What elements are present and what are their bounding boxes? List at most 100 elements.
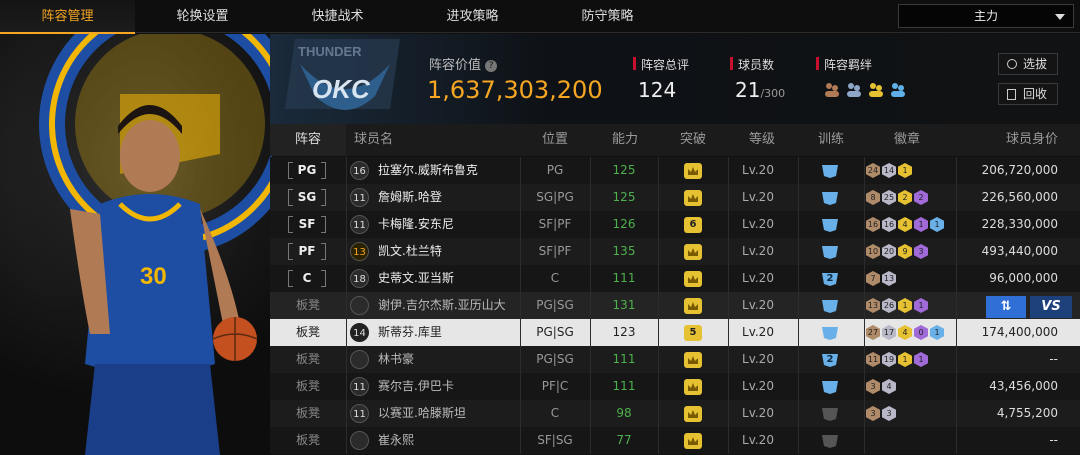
lineup-select[interactable]: 主力 — [898, 4, 1074, 28]
badge-icon[interactable]: 4 — [882, 379, 896, 394]
training-icon[interactable] — [820, 162, 840, 179]
training-icon[interactable] — [820, 189, 840, 206]
badge-icon[interactable]: 2 — [898, 190, 912, 205]
slot-bench: 板凳 — [295, 325, 320, 339]
badge-icon[interactable]: 4 — [898, 325, 912, 340]
player-name[interactable]: 詹姆斯.哈登 — [378, 184, 528, 211]
badge-icon[interactable]: 1 — [914, 298, 928, 313]
badge-icon[interactable]: 3 — [882, 406, 896, 421]
breakthrough-crown-icon — [684, 352, 702, 368]
badge-icon[interactable]: 17 — [882, 325, 896, 340]
player-name[interactable]: 凯文.杜兰特 — [378, 238, 528, 265]
badge-icon[interactable]: 24 — [866, 163, 880, 178]
badge-icon[interactable]: 9 — [898, 244, 912, 259]
badge-icon[interactable]: 10 — [866, 244, 880, 259]
badge-icon[interactable]: 16 — [866, 217, 880, 232]
column-divider — [346, 238, 347, 265]
table-row[interactable]: C 18 史蒂文.亚当斯 C 111 Lv.20 2 7 13 96,000,000 — [270, 265, 1080, 292]
badge-icon[interactable]: 19 — [882, 352, 896, 367]
badge-icon[interactable]: 3 — [914, 244, 928, 259]
player-name[interactable]: 赛尔吉.伊巴卡 — [378, 373, 528, 400]
breakthrough-crown-icon — [684, 163, 702, 179]
badge-icon[interactable]: 16 — [882, 217, 896, 232]
badge-icon[interactable]: 13 — [866, 298, 880, 313]
select-button[interactable]: 选拔 — [998, 53, 1058, 75]
badge-icon[interactable]: 4 — [898, 217, 912, 232]
swap-icon[interactable]: ⇅ — [986, 296, 1026, 318]
training-icon[interactable] — [820, 405, 840, 422]
table-row[interactable]: SG 11 詹姆斯.哈登 SG|PG 125 Lv.20 8 25 2 2 226,560,000 — [270, 184, 1080, 211]
table-row[interactable]: 板凳 11 以赛亚.哈滕斯坦 C 98 Lv.20 3 3 4,755,200 — [270, 400, 1080, 427]
badge-icon[interactable]: 20 — [882, 244, 896, 259]
tab-quick-tactics[interactable]: 快捷战术 — [270, 0, 405, 33]
synergy-icons[interactable] — [822, 80, 912, 100]
table-row[interactable]: 板凳 11 赛尔吉.伊巴卡 PF|C 111 Lv.20 3 4 43,456,000 — [270, 373, 1080, 400]
okc-thunder-logo: THUNDER OKC — [285, 39, 400, 110]
badge-icon[interactable]: 1 — [898, 163, 912, 178]
player-name[interactable]: 卡梅隆.安东尼 — [378, 211, 528, 238]
tab-offense-strategy[interactable]: 进攻策略 — [405, 0, 540, 33]
player-name[interactable]: 崔永熙 — [378, 427, 528, 454]
lineup-value: 1,637,303,200 — [427, 76, 603, 104]
player-position: SF|PF — [538, 217, 572, 231]
table-row[interactable]: 板凳 14 斯蒂芬.库里 PG|SG 123 5 Lv.20 27 17 4 0 1 174,400,0… — [270, 319, 1080, 346]
badge-icon[interactable]: 3 — [866, 379, 880, 394]
vs-button[interactable]: VS — [1030, 296, 1072, 318]
training-icon[interactable]: 2 — [820, 270, 840, 287]
badge-icon[interactable]: 2 — [914, 190, 928, 205]
column-divider — [798, 427, 799, 454]
tab-rotation-settings[interactable]: 轮换设置 — [135, 0, 270, 33]
jersey-number-badge: 18 — [350, 269, 369, 288]
table-row[interactable]: SF 11 卡梅隆.安东尼 SF|PF 126 6 Lv.20 16 16 4 1 1 228,330,… — [270, 211, 1080, 238]
col-header-breakthrough: 突破 — [680, 132, 707, 147]
badge-icon[interactable]: 11 — [866, 352, 880, 367]
table-row[interactable]: 板凳 谢伊.吉尔杰斯.亚历山大 PG|SG 131 Lv.20 13 26 1 1 — [270, 292, 1080, 319]
column-divider — [590, 427, 591, 454]
recycle-button[interactable]: 回收 — [998, 83, 1058, 105]
training-icon[interactable] — [820, 378, 840, 395]
player-name[interactable]: 谢伊.吉尔杰斯.亚历山大 — [378, 292, 528, 319]
badge-icon[interactable]: 13 — [882, 271, 896, 286]
badge-icon[interactable]: 27 — [866, 325, 880, 340]
breakthrough-crown-icon — [684, 379, 702, 395]
badge-icon[interactable]: 1 — [930, 217, 944, 232]
training-icon[interactable] — [820, 216, 840, 233]
training-icon[interactable] — [820, 243, 840, 260]
badge-icon[interactable]: 14 — [882, 163, 896, 178]
player-value: -- — [1049, 433, 1058, 447]
player-name[interactable]: 斯蒂芬.库里 — [378, 319, 528, 346]
table-row[interactable]: 板凳 崔永熙 SF|SG 77 Lv.20 -- — [270, 427, 1080, 454]
table-row[interactable]: 板凳 林书豪 PG|SG 111 Lv.20 2 11 19 1 1 -- — [270, 346, 1080, 373]
training-icon[interactable] — [820, 297, 840, 314]
table-row[interactable]: PF 13 凯文.杜兰特 SF|PF 135 Lv.20 10 20 9 3 493,440,000 — [270, 238, 1080, 265]
badge-icon[interactable]: 7 — [866, 271, 880, 286]
badge-icon[interactable]: 3 — [866, 406, 880, 421]
badge-icon[interactable]: 26 — [882, 298, 896, 313]
badge-icon[interactable]: 8 — [866, 190, 880, 205]
column-divider — [956, 427, 957, 454]
training-icon[interactable] — [820, 432, 840, 449]
badge-icon[interactable]: 1 — [930, 325, 944, 340]
column-divider — [346, 157, 347, 184]
tab-defense-strategy[interactable]: 防守策略 — [540, 0, 675, 33]
player-name[interactable]: 以赛亚.哈滕斯坦 — [378, 400, 528, 427]
table-row[interactable]: PG 16 拉塞尔.威斯布鲁克 PG 125 Lv.20 24 14 1 206,720,000 — [270, 157, 1080, 184]
player-name[interactable]: 林书豪 — [378, 346, 528, 373]
col-header-ability: 能力 — [612, 132, 639, 147]
badge-icon[interactable]: 1 — [914, 352, 928, 367]
tab-lineup-management[interactable]: 阵容管理 — [0, 0, 135, 34]
badge-icon[interactable]: 25 — [882, 190, 896, 205]
badge-icon[interactable]: 0 — [914, 325, 928, 340]
help-icon[interactable]: ? — [485, 59, 498, 72]
training-icon[interactable] — [820, 324, 840, 341]
training-icon[interactable]: 2 — [820, 351, 840, 368]
player-name[interactable]: 拉塞尔.威斯布鲁克 — [378, 157, 528, 184]
badge-icon[interactable]: 1 — [898, 298, 912, 313]
player-name[interactable]: 史蒂文.亚当斯 — [378, 265, 528, 292]
player-ability: 111 — [612, 379, 636, 393]
column-divider — [520, 157, 521, 184]
badge-icon[interactable]: 1 — [898, 352, 912, 367]
player-value: 228,330,000 — [981, 217, 1058, 231]
swap-vs-control[interactable]: ⇅ VS — [986, 296, 1072, 318]
badge-icon[interactable]: 1 — [914, 217, 928, 232]
